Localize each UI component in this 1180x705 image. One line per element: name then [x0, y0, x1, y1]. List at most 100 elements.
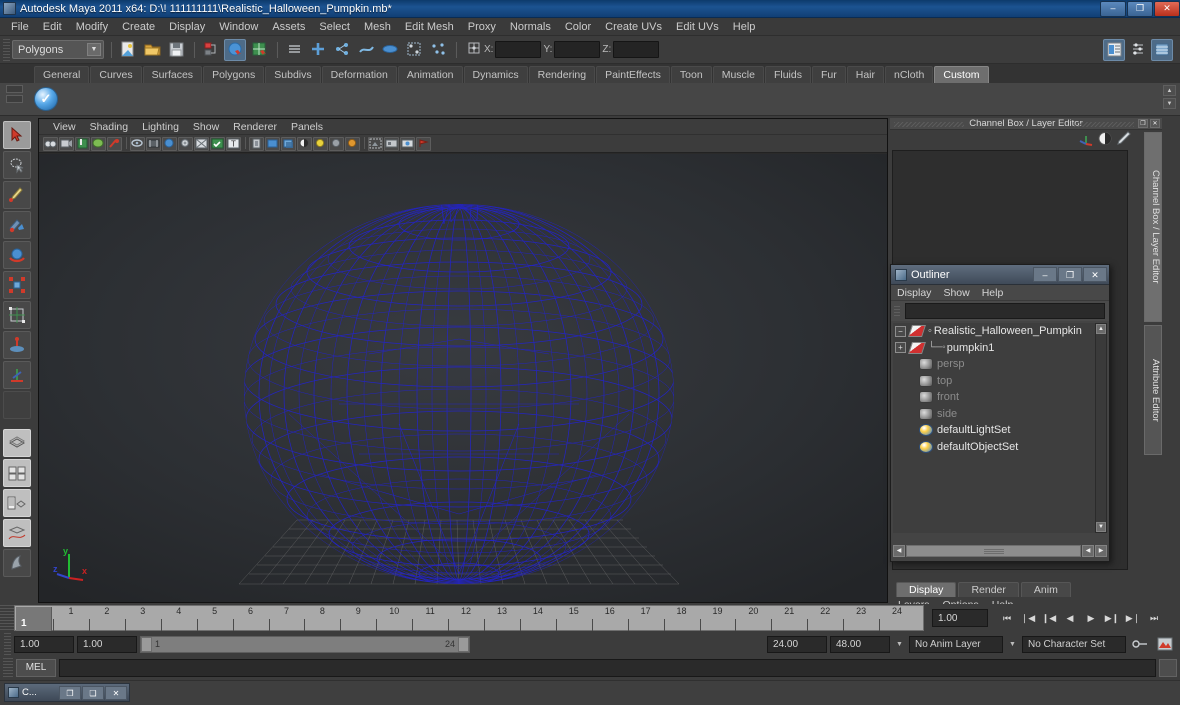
menu-edit-uvs[interactable]: Edit UVs	[669, 18, 726, 36]
chevron-down-icon[interactable]: ▼	[87, 43, 101, 56]
range-slider-control[interactable]: 1 24	[140, 635, 470, 653]
shelf-scroll-down-icon[interactable]: ▼	[1163, 98, 1176, 109]
move-tool[interactable]	[3, 211, 31, 239]
show-channel-box-button[interactable]	[1151, 38, 1173, 61]
render-settings-icon[interactable]	[384, 136, 399, 151]
outliner-close-button[interactable]: ✕	[1083, 267, 1107, 282]
pencil-icon[interactable]	[1116, 131, 1132, 149]
outliner-maximize-button[interactable]: ❐	[1058, 267, 1082, 282]
viewport-3d-canvas[interactable]: y x z	[39, 154, 887, 602]
panel-drag-dots-right[interactable]	[1074, 122, 1134, 127]
y-field[interactable]	[554, 41, 601, 58]
step-back-key-button[interactable]: ❘◀	[1019, 609, 1037, 627]
menu-color[interactable]: Color	[558, 18, 598, 36]
outliner-item-realistic-halloween-pumpkin[interactable]: − ◦ Realistic_Halloween_Pumpkin	[893, 323, 1095, 340]
smooth-shade-icon[interactable]	[162, 136, 177, 151]
viewport-menu-lighting[interactable]: Lighting	[136, 121, 185, 133]
show-manipulator-tool[interactable]	[3, 361, 31, 389]
bookmarks-icon[interactable]	[75, 136, 90, 151]
animation-preferences-button[interactable]	[1154, 633, 1176, 655]
play-forwards-button[interactable]: ▶	[1082, 609, 1100, 627]
construction-history-button[interactable]	[427, 39, 449, 61]
menu-display[interactable]: Display	[162, 18, 212, 36]
outliner-scroll-up-icon[interactable]: ▲	[1096, 324, 1106, 334]
layout-persp-graph-button[interactable]	[3, 519, 31, 547]
step-back-frame-button[interactable]: ❙◀	[1040, 609, 1058, 627]
menu-proxy[interactable]: Proxy	[461, 18, 503, 36]
outliner-item-top[interactable]: top	[893, 373, 1095, 390]
outliner-minimize-button[interactable]: –	[1033, 267, 1057, 282]
shelf-tab-muscle[interactable]: Muscle	[712, 66, 764, 83]
menu-select[interactable]: Select	[312, 18, 357, 36]
shelf-grip[interactable]	[6, 85, 26, 113]
absolute-transform-icon[interactable]	[466, 41, 482, 58]
anim-layer-dropdown[interactable]: No Anim Layer	[909, 635, 1003, 653]
layer-tab-render[interactable]: Render	[958, 582, 1019, 597]
shelf-tab-curves[interactable]: Curves	[90, 66, 142, 83]
shelf-tab-dynamics[interactable]: Dynamics	[463, 66, 528, 83]
shelf-tab-subdivs[interactable]: Subdivs	[265, 66, 321, 83]
layout-four-view-button[interactable]	[3, 459, 31, 487]
anim-layer-chevron-down-icon[interactable]: ▼	[893, 636, 906, 653]
outliner-menu-show[interactable]: Show	[943, 287, 969, 299]
go-to-start-button[interactable]: ⏮	[998, 609, 1016, 627]
shelf-tab-rendering[interactable]: Rendering	[528, 66, 596, 83]
shadows-icon[interactable]	[281, 136, 296, 151]
outliner-item-pumpkin1[interactable]: + └─◦ pumpkin1	[893, 340, 1095, 357]
select-camera-icon[interactable]	[43, 136, 58, 151]
viewport-menu-shading[interactable]: Shading	[84, 121, 135, 133]
x-field[interactable]	[495, 41, 542, 58]
layer-tab-anim[interactable]: Anim	[1020, 582, 1071, 597]
shelf-tab-general[interactable]: General	[34, 66, 90, 83]
shelf-tab-custom[interactable]: Custom	[934, 66, 989, 83]
command-line-grip[interactable]	[3, 658, 13, 678]
menu-edit[interactable]: Edit	[36, 18, 69, 36]
shelf-tab-animation[interactable]: Animation	[397, 66, 463, 83]
outliner-search-grip[interactable]	[894, 306, 900, 317]
vtab-channel-box-layer-editor[interactable]: Channel Box / Layer Editor	[1144, 132, 1162, 322]
command-input-field[interactable]	[59, 659, 1156, 677]
outliner-menu-help[interactable]: Help	[982, 287, 1004, 299]
range-start-handle[interactable]	[141, 636, 152, 652]
outliner-scroll-down-icon[interactable]: ▼	[1096, 522, 1106, 532]
hotbox-button[interactable]	[3, 549, 31, 577]
outliner-horizontal-scrollbar[interactable]: ◀ ◀ ▶	[893, 544, 1107, 557]
viewport-menu-renderer[interactable]: Renderer	[227, 121, 283, 133]
menu-assets[interactable]: Assets	[265, 18, 312, 36]
outliner-item-defaultlightset[interactable]: defaultLightSet	[893, 422, 1095, 439]
shelf-tab-fluids[interactable]: Fluids	[764, 66, 811, 83]
viewport-light-orange-icon[interactable]	[345, 136, 360, 151]
viewport-light-yellow-icon[interactable]	[313, 136, 328, 151]
grid-visibility-icon[interactable]	[130, 136, 145, 151]
close-button[interactable]: ✕	[1154, 0, 1180, 17]
step-forward-key-button[interactable]: ▶❘	[1124, 609, 1142, 627]
menu-normals[interactable]: Normals	[503, 18, 558, 36]
outliner-title-bar[interactable]: Outliner – ❐ ✕	[891, 265, 1109, 285]
character-set-dropdown[interactable]: No Character Set	[1022, 635, 1126, 653]
universal-manipulator-tool[interactable]	[3, 301, 31, 329]
statusline-grip[interactable]	[3, 38, 10, 61]
animation-end-time-field[interactable]: 48.00	[830, 635, 890, 653]
expander-icon[interactable]: +	[895, 342, 906, 354]
playback-start-time-field[interactable]: 1.00	[77, 635, 137, 653]
step-forward-frame-button[interactable]: ▶❙	[1103, 609, 1121, 627]
snap-to-curve-button[interactable]	[307, 39, 329, 61]
half-circle-icon[interactable]	[1097, 131, 1113, 149]
layout-outliner-persp-button[interactable]	[3, 489, 31, 517]
outliner-vertical-scrollbar[interactable]: ▲ ▼	[1095, 323, 1107, 533]
viewport-light-gray-icon[interactable]	[329, 136, 344, 151]
time-slider-grip[interactable]	[0, 605, 14, 631]
z-field[interactable]	[613, 41, 660, 58]
minimized-close-button[interactable]: ✕	[105, 685, 127, 700]
go-to-end-button[interactable]: ⏭	[1145, 609, 1163, 627]
shelf-scroll-up-icon[interactable]: ▲	[1163, 85, 1176, 96]
panel-float-button[interactable]: ❐	[1138, 119, 1148, 128]
restore-button[interactable]: ❐	[1127, 0, 1153, 17]
snap-to-point-button[interactable]	[331, 39, 353, 61]
shelf-tab-hair[interactable]: Hair	[846, 66, 884, 83]
default-light-icon[interactable]	[210, 136, 225, 151]
outliner-menu-display[interactable]: Display	[897, 287, 931, 299]
current-frame-field[interactable]: 1.00	[932, 609, 988, 627]
shelf-tab-fur[interactable]: Fur	[811, 66, 846, 83]
outliner-hscroll-right-icon[interactable]: ◀	[1082, 544, 1094, 557]
